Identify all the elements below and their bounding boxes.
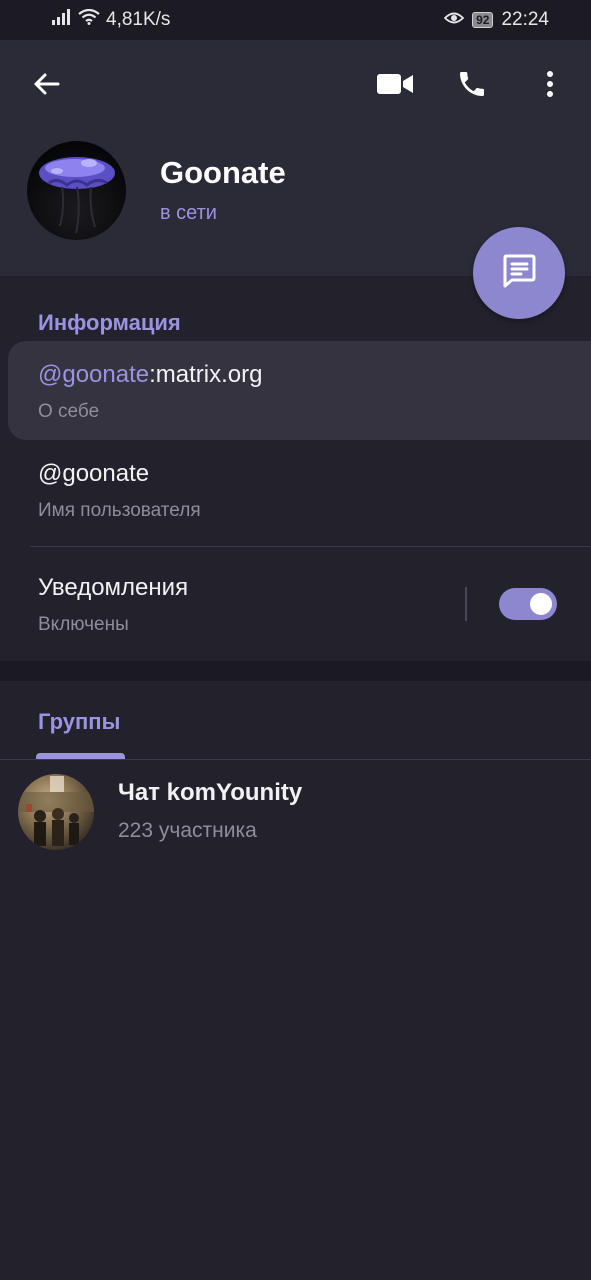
profile-name: Goonate — [160, 155, 286, 190]
toggle-separator — [465, 587, 467, 621]
matrix-id-server: :matrix.org — [149, 361, 263, 388]
video-camera-icon — [376, 72, 414, 101]
chat-bubble-icon — [500, 252, 538, 295]
online-status: в сети — [160, 202, 217, 224]
video-call-button[interactable] — [370, 62, 420, 110]
notifications-label[interactable]: Уведомления — [38, 574, 188, 602]
matrix-id-user: @goonate — [38, 361, 150, 388]
section-separator — [0, 661, 591, 681]
battery-icon: 92 — [472, 12, 494, 28]
matrix-id-row[interactable] — [8, 341, 591, 440]
tab-divider — [0, 759, 591, 760]
username-caption: Имя пользователя — [38, 500, 201, 521]
matrix-id-caption: О себе — [38, 401, 100, 422]
group-avatar — [18, 774, 94, 850]
avatar[interactable] — [27, 141, 126, 240]
group-name: Чат komYounity — [118, 779, 303, 806]
group-avatar-image — [18, 776, 94, 846]
matrix-id[interactable]: @goonate:matrix.org — [38, 361, 262, 389]
notifications-state: Включены — [38, 614, 129, 635]
eye-icon — [443, 9, 465, 31]
message-button[interactable] — [473, 227, 565, 319]
divider — [30, 546, 591, 547]
more-options-button[interactable] — [530, 62, 570, 110]
signal-icon — [52, 9, 72, 31]
tab-groups[interactable]: Группы — [38, 709, 120, 735]
arrow-left-icon — [32, 72, 60, 101]
network-speed: 4,81K/s — [106, 9, 171, 30]
more-vertical-icon — [546, 70, 554, 103]
wifi-icon — [78, 8, 100, 31]
username[interactable]: @goonate — [38, 460, 149, 488]
jellyfish-avatar-image — [39, 157, 115, 234]
clock: 22:24 — [501, 9, 549, 30]
voice-call-button[interactable] — [448, 62, 496, 110]
back-button[interactable] — [22, 62, 70, 110]
status-bar: 4,81K/s 92 22:24 — [0, 0, 591, 40]
phone-icon — [456, 68, 488, 105]
notifications-toggle[interactable] — [499, 588, 557, 620]
group-members: 223 участника — [118, 819, 257, 842]
toggle-knob — [527, 590, 555, 618]
info-section-title: Информация — [38, 310, 181, 335]
